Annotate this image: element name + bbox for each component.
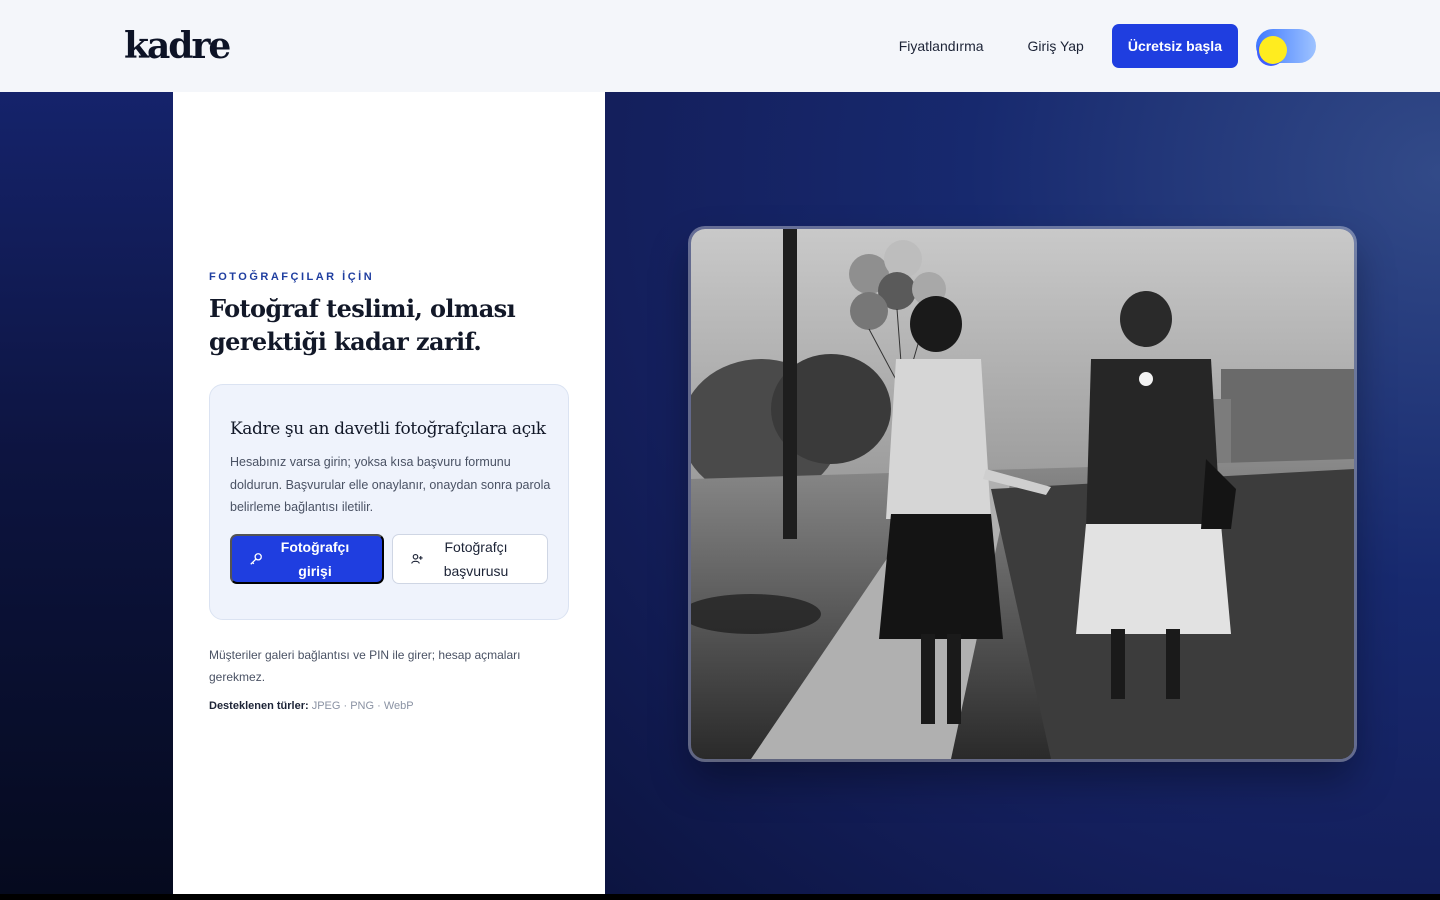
left-backdrop — [0, 92, 173, 900]
key-icon — [248, 551, 264, 567]
main-nav: Fiyatlandırma Giriş Yap Ücretsiz başla — [899, 24, 1316, 68]
sun-icon — [1259, 36, 1287, 64]
photographer-login-button[interactable]: Fotoğrafçı girişi — [230, 534, 384, 584]
photographer-panel: FOTOĞRAFÇILAR İÇİN Fotoğraf teslimi, olm… — [173, 92, 605, 895]
theme-toggle[interactable] — [1256, 29, 1316, 64]
hero-photo — [691, 229, 1354, 759]
start-free-button[interactable]: Ücretsiz başla — [1111, 24, 1238, 68]
photographer-login-label: Fotoğrafçı girişi — [280, 539, 350, 579]
kadre-logo[interactable]: kadre — [124, 24, 231, 68]
user-plus-icon — [409, 551, 425, 567]
photographer-apply-button[interactable]: Fotoğrafçı başvurusu — [392, 534, 548, 584]
supported-formats: Desteklenen türler: JPEG · PNG · WebP — [209, 700, 414, 712]
bottom-edge — [0, 894, 1440, 900]
client-access-note: Müşteriler galeri bağlantısı ve PIN ile … — [209, 648, 521, 684]
invite-card-text: Hesabınız varsa girin; yoksa kısa başvur… — [230, 455, 551, 514]
invite-card-title: Kadre şu an davetli fotoğrafçılara açık — [230, 419, 546, 439]
site-header: kadre Fiyatlandırma Giriş Yap Ücretsiz b… — [0, 0, 1440, 92]
nav-login-link[interactable]: Giriş Yap — [1028, 38, 1084, 54]
invite-card: Kadre şu an davetli fotoğrafçılara açık … — [209, 384, 569, 620]
page-title: Fotoğraf teslimi, olması gerektiği kadar… — [209, 294, 516, 356]
nav-pricing-link[interactable]: Fiyatlandırma — [899, 38, 984, 54]
section-eyebrow: FOTOĞRAFÇILAR İÇİN — [209, 271, 375, 283]
supported-formats-label: Desteklenen türler: — [209, 700, 309, 712]
supported-formats-value: JPEG · PNG · WebP — [308, 700, 414, 712]
photographer-apply-label: Fotoğrafçı başvurusu — [443, 539, 509, 579]
